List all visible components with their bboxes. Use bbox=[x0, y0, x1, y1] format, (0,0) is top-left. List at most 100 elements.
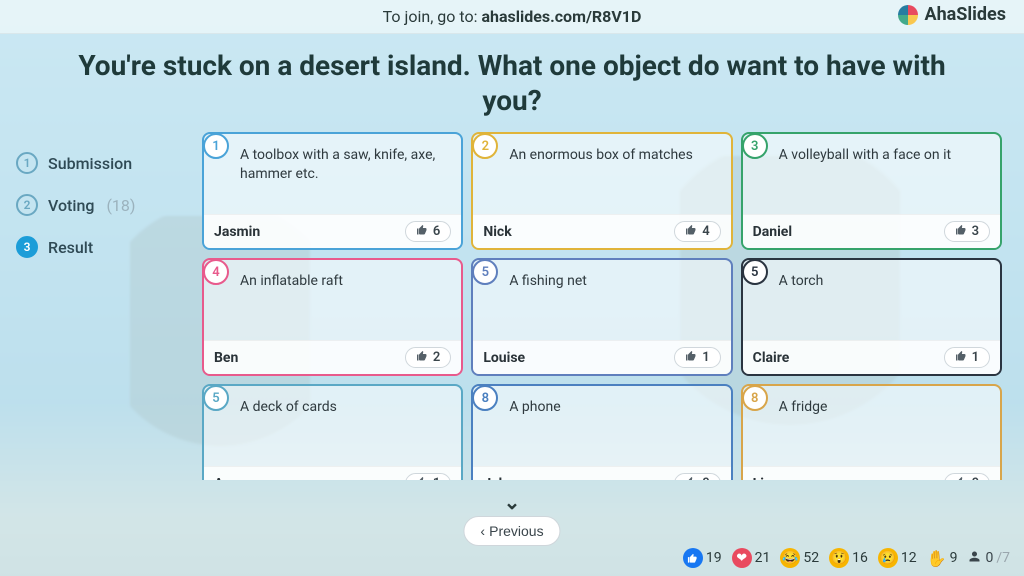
reaction-laugh[interactable]: 😂 52 bbox=[780, 548, 819, 568]
thumb-up-icon bbox=[685, 224, 697, 239]
answer-card[interactable]: 5A fishing netLouise1 bbox=[471, 258, 732, 376]
vote-count-pill[interactable]: 3 bbox=[944, 221, 990, 242]
vote-count: 3 bbox=[972, 224, 979, 239]
reaction-laugh-count: 52 bbox=[803, 550, 819, 566]
reaction-wow[interactable]: 😲 16 bbox=[829, 548, 868, 568]
step-label: Voting bbox=[48, 196, 94, 215]
vote-count: 0 bbox=[972, 476, 979, 480]
answer-text: A fridge bbox=[743, 386, 1000, 466]
answer-text: A phone bbox=[473, 386, 730, 466]
rank-badge: 3 bbox=[742, 133, 768, 159]
answer-card[interactable]: 8A fridge Liam 0 bbox=[741, 384, 1002, 480]
answer-author: Jasmin bbox=[214, 224, 260, 240]
rank-badge: 5 bbox=[742, 259, 768, 285]
answer-text: An enormous box of matches bbox=[473, 134, 730, 214]
vote-count-pill[interactable]: 6 bbox=[405, 221, 451, 242]
vote-count-pill[interactable]: 1 bbox=[674, 347, 720, 368]
thumb-up-icon bbox=[416, 224, 428, 239]
answer-text: A volleyball with a face on it bbox=[743, 134, 1000, 214]
step-result[interactable]: 3 Result bbox=[10, 226, 200, 268]
brand-text: AhaSlides bbox=[924, 4, 1006, 25]
answer-author: Liam bbox=[753, 476, 784, 481]
thumb-up-icon bbox=[416, 476, 428, 480]
answer-card[interactable]: 3A volleyball with a face on itDaniel3 bbox=[741, 132, 1002, 250]
previous-button[interactable]: ‹ Previous bbox=[463, 516, 560, 546]
step-number: 2 bbox=[16, 194, 38, 216]
steps-sidebar: 1 Submission 2 Voting (18) 3 Result bbox=[10, 132, 200, 576]
vote-count-pill[interactable]: 2 bbox=[405, 347, 451, 368]
join-bar: To join, go to: ahaslides.com/R8V1D AhaS… bbox=[0, 0, 1024, 34]
answer-author: Nick bbox=[483, 224, 511, 240]
step-label: Result bbox=[48, 238, 93, 257]
vote-count-pill[interactable]: 0 bbox=[944, 473, 990, 480]
wow-icon: 😲 bbox=[829, 548, 849, 568]
join-url: ahaslides.com/R8V1D bbox=[481, 7, 641, 26]
step-label: Submission bbox=[48, 154, 132, 173]
rank-badge: 8 bbox=[742, 385, 768, 411]
reaction-sad-count: 12 bbox=[901, 550, 917, 566]
answer-card[interactable]: 5A torch Claire 1 bbox=[741, 258, 1002, 376]
people-total: /7 bbox=[996, 550, 1010, 566]
answer-author: Claire bbox=[753, 350, 790, 366]
join-prefix: To join, go to: bbox=[383, 7, 482, 26]
rank-badge: 1 bbox=[203, 133, 229, 159]
step-submission[interactable]: 1 Submission bbox=[10, 142, 200, 184]
answer-card[interactable]: 5A deck of cards Anna 1 bbox=[202, 384, 463, 480]
answer-author: Ben bbox=[214, 350, 238, 366]
thumb-up-icon bbox=[416, 350, 428, 365]
thumb-up-icon bbox=[685, 350, 697, 365]
answer-card[interactable]: 2An enormous box of matchesNick4 bbox=[471, 132, 732, 250]
vote-count: 4 bbox=[702, 224, 709, 239]
vote-count: 1 bbox=[702, 350, 709, 365]
step-number: 1 bbox=[16, 152, 38, 174]
ahaslides-logo-icon bbox=[898, 5, 918, 25]
answers-grid: 1A toolbox with a saw, knife, axe, hamme… bbox=[200, 132, 1004, 480]
answer-author: Louise bbox=[483, 350, 525, 366]
hand-icon: ✋ bbox=[927, 549, 947, 568]
vote-count: 2 bbox=[433, 350, 440, 365]
reaction-like-count: 19 bbox=[706, 550, 722, 566]
answer-text: An inflatable raft bbox=[204, 260, 461, 340]
vote-count-pill[interactable]: 1 bbox=[944, 347, 990, 368]
question-title: You're stuck on a desert island. What on… bbox=[0, 34, 1024, 126]
answer-text: A toolbox with a saw, knife, axe, hammer… bbox=[204, 134, 461, 214]
answer-card[interactable]: 8A phoneJake0 bbox=[471, 384, 732, 480]
reaction-heart-count: 21 bbox=[755, 550, 771, 566]
step-voting[interactable]: 2 Voting (18) bbox=[10, 184, 200, 226]
reaction-sad[interactable]: 😢 12 bbox=[878, 548, 917, 568]
answer-author: Jake bbox=[483, 476, 513, 481]
reaction-wow-count: 16 bbox=[852, 550, 868, 566]
vote-count: 0 bbox=[702, 476, 709, 480]
people-active: 0 bbox=[985, 550, 993, 566]
answer-card[interactable]: 4An inflatable raft Ben 2 bbox=[202, 258, 463, 376]
vote-count-pill[interactable]: 1 bbox=[405, 473, 451, 480]
heart-icon: ❤ bbox=[732, 548, 752, 568]
reaction-like[interactable]: 19 bbox=[683, 548, 722, 568]
thumb-up-icon bbox=[685, 476, 697, 480]
vote-count-pill[interactable]: 4 bbox=[674, 221, 720, 242]
chevron-left-icon: ‹ bbox=[480, 523, 485, 539]
vote-count: 6 bbox=[433, 224, 440, 239]
answer-text: A torch bbox=[743, 260, 1000, 340]
sad-icon: 😢 bbox=[878, 548, 898, 568]
brand-logo: AhaSlides bbox=[898, 4, 1006, 25]
answer-text: A fishing net bbox=[473, 260, 730, 340]
rank-badge: 4 bbox=[203, 259, 229, 285]
step-count: (18) bbox=[106, 196, 135, 215]
like-icon bbox=[683, 548, 703, 568]
participant-count: 0/7 bbox=[967, 549, 1010, 568]
reaction-hand[interactable]: ✋ 9 bbox=[927, 549, 958, 568]
vote-count: 1 bbox=[433, 476, 440, 480]
answer-text: A deck of cards bbox=[204, 386, 461, 466]
step-number: 3 bbox=[16, 236, 38, 258]
vote-count: 1 bbox=[972, 350, 979, 365]
reaction-heart[interactable]: ❤ 21 bbox=[732, 548, 771, 568]
answer-author: Anna bbox=[214, 476, 246, 481]
vote-count-pill[interactable]: 0 bbox=[674, 473, 720, 480]
answer-card[interactable]: 1A toolbox with a saw, knife, axe, hamme… bbox=[202, 132, 463, 250]
rank-badge: 5 bbox=[203, 385, 229, 411]
reaction-hand-count: 9 bbox=[950, 550, 958, 566]
laugh-icon: 😂 bbox=[780, 548, 800, 568]
expand-chevron-icon[interactable]: ⌄ bbox=[504, 490, 521, 514]
thumb-up-icon bbox=[955, 350, 967, 365]
